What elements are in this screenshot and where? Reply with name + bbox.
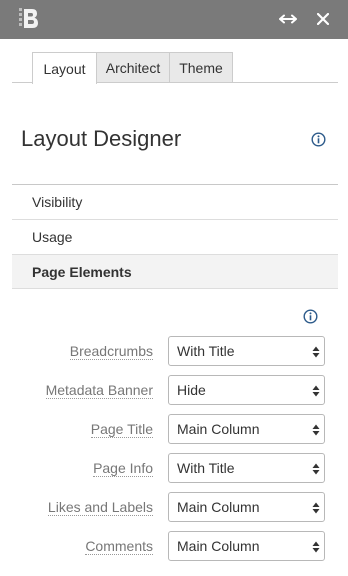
metadata-banner-label: Metadata Banner (45, 382, 153, 399)
comments-select[interactable]: Main Column (168, 531, 325, 561)
select-caret-icon (312, 502, 320, 514)
likes-and-labels-select[interactable]: Main Column (168, 492, 325, 522)
page-title: Layout Designer (21, 126, 182, 151)
row-page-title: Page Title Main Column (0, 414, 348, 444)
select-caret-icon (312, 463, 320, 475)
select-caret-icon (312, 346, 320, 358)
comments-value: Main Column (177, 538, 260, 554)
expand-button[interactable] (276, 8, 300, 30)
breadcrumbs-select[interactable]: With Title (168, 336, 325, 366)
likes-and-labels-value: Main Column (177, 499, 260, 515)
info-icon[interactable] (303, 309, 318, 324)
row-comments: Comments Main Column (0, 531, 348, 561)
section-page-elements[interactable]: Page Elements (12, 254, 338, 289)
page-info-value: With Title (177, 460, 235, 476)
b-logo-icon (19, 8, 38, 28)
close-button[interactable] (312, 8, 334, 30)
metadata-banner-select[interactable]: Hide (168, 375, 325, 405)
metadata-banner-value: Hide (177, 382, 206, 398)
section-usage[interactable]: Usage (12, 219, 338, 254)
row-likes-and-labels: Likes and Labels Main Column (0, 492, 348, 522)
page-title-value: Main Column (177, 421, 260, 437)
likes-and-labels-label: Likes and Labels (47, 499, 153, 516)
select-caret-icon (312, 424, 320, 436)
tab-architect[interactable]: Architect (96, 52, 170, 83)
page-title-label: Page Title (90, 421, 153, 438)
top-bar (0, 0, 348, 39)
select-caret-icon (312, 385, 320, 397)
tab-theme[interactable]: Theme (169, 52, 233, 83)
section-list: Visibility Usage Page Elements (12, 184, 338, 289)
tab-bar: Layout Architect Theme (32, 52, 233, 84)
breadcrumbs-value: With Title (177, 343, 235, 359)
tab-layout[interactable]: Layout (32, 52, 97, 84)
page-title-select[interactable]: Main Column (168, 414, 325, 444)
row-page-info: Page Info With Title (0, 453, 348, 483)
page-info-select[interactable]: With Title (168, 453, 325, 483)
section-visibility[interactable]: Visibility (12, 184, 338, 219)
select-caret-icon (312, 541, 320, 553)
row-breadcrumbs: Breadcrumbs With Title (0, 336, 348, 366)
close-icon (317, 13, 329, 25)
row-metadata-banner: Metadata Banner Hide (0, 375, 348, 405)
info-icon[interactable] (311, 132, 326, 147)
page-info-label: Page Info (93, 460, 153, 477)
comments-label: Comments (85, 538, 153, 555)
expand-horizontal-icon (279, 14, 297, 24)
breadcrumbs-label: Breadcrumbs (69, 343, 153, 360)
